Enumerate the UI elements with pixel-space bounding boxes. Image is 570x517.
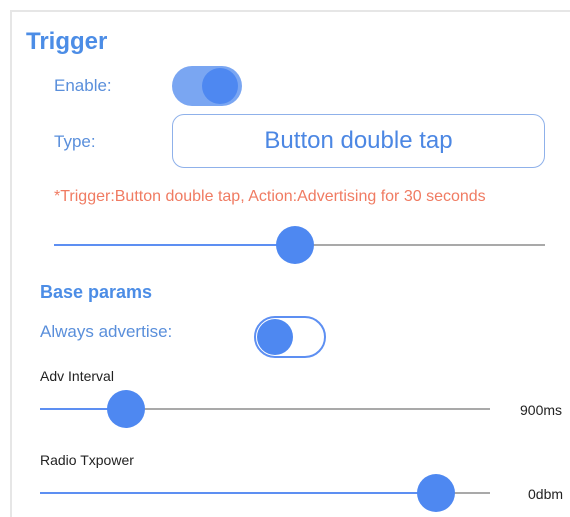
trigger-slider-fill	[54, 244, 295, 246]
trigger-type-value: Button double tap	[264, 127, 453, 154]
panel-border-left	[10, 10, 12, 517]
type-label: Type:	[54, 132, 96, 151]
toggle-knob	[202, 68, 238, 104]
radio-txpower-thumb[interactable]	[417, 474, 455, 512]
radio-txpower-value: 0dbm	[528, 486, 564, 502]
radio-txpower-fill	[40, 492, 436, 494]
trigger-type-selector[interactable]: Button double tap	[172, 114, 545, 168]
radio-txpower-label: Radio Txpower	[40, 452, 134, 468]
base-params-title: Base params	[40, 282, 153, 302]
adv-interval-thumb[interactable]	[106, 390, 145, 428]
panel-border	[10, 10, 570, 12]
toggle-knob	[257, 319, 293, 355]
trigger-title: Trigger	[26, 28, 108, 55]
always-advertise-label: Always advertise:	[40, 322, 173, 341]
enable-label: Enable:	[54, 76, 112, 95]
trigger-note: *Trigger:Button double tap, Action:Adver…	[54, 188, 486, 205]
always-advertise-toggle[interactable]	[254, 316, 326, 358]
trigger-slider-thumb[interactable]	[275, 226, 314, 264]
enable-toggle[interactable]	[172, 66, 242, 106]
adv-interval-label: Adv Interval	[40, 368, 114, 384]
adv-interval-value: 900ms	[520, 402, 563, 418]
